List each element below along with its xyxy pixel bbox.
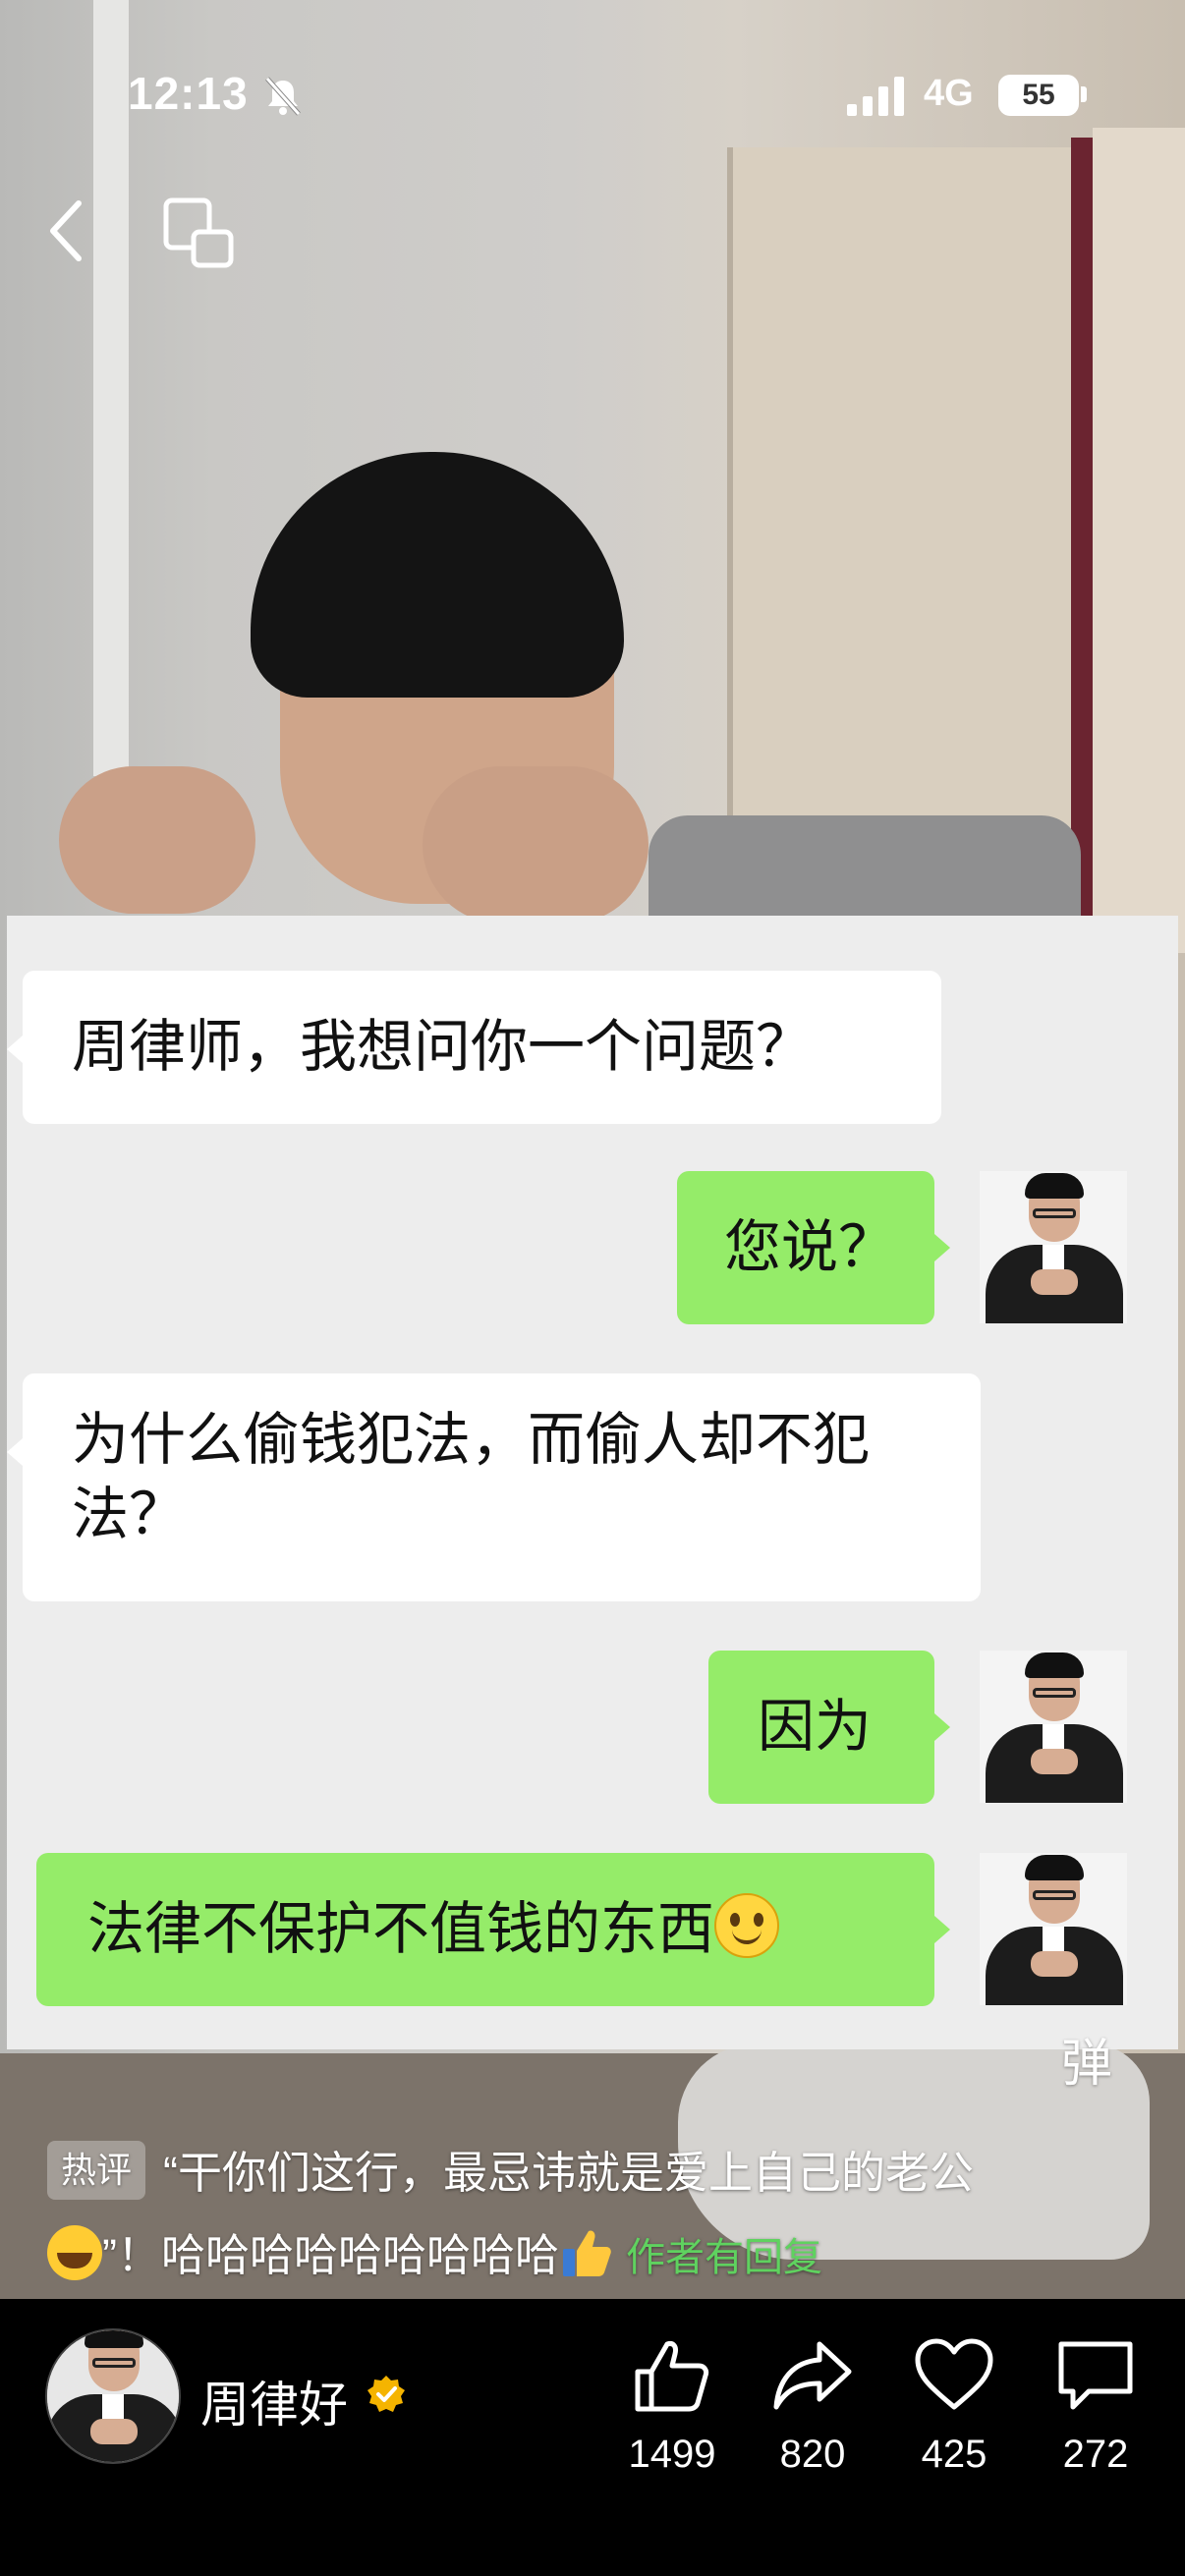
- background-strip: [1071, 138, 1093, 953]
- share-count: 820: [779, 2433, 846, 2476]
- hot-comment-badge: 热评: [47, 2141, 146, 2200]
- chat-message-right: 因为: [708, 1651, 934, 1804]
- hot-comment-text: “干你们这行，最忌讳就是爱上自己的老公: [163, 2148, 975, 2198]
- chat-avatar: [980, 1171, 1127, 1323]
- like-count: 1499: [628, 2433, 716, 2476]
- avatar-hands: [90, 2419, 138, 2444]
- back-icon[interactable]: [37, 192, 96, 270]
- avatar-hair: [85, 2330, 143, 2348]
- favorite-button[interactable]: 425: [885, 2338, 1023, 2477]
- chat-avatar: [980, 1853, 1127, 2005]
- status-time: 12:13: [128, 68, 249, 119]
- laugh-emoji-icon: [47, 2225, 102, 2280]
- person-hand-left: [59, 766, 255, 914]
- bubble-tail: [934, 1916, 950, 1943]
- message-text: 为什么偷钱犯法，而偷人却不犯法？: [72, 1408, 871, 1546]
- comment-bubble-icon: [1058, 2341, 1133, 2410]
- thumbs-up-icon: [635, 2341, 709, 2412]
- avatar-hair: [1025, 1173, 1084, 1199]
- message-text: 周律师，我想问你一个问题？: [72, 1015, 814, 1079]
- battery-cap: [1081, 86, 1087, 102]
- comment-count: 272: [1062, 2433, 1129, 2476]
- author-avatar[interactable]: [45, 2328, 181, 2464]
- bubble-tail: [7, 1036, 23, 1063]
- battery-icon: 55: [998, 75, 1079, 116]
- network-type: 4G: [924, 73, 974, 114]
- bubble-tail: [7, 1438, 23, 1466]
- bell-off-icon: [265, 77, 301, 116]
- avatar-hair: [1025, 1855, 1084, 1880]
- bottom-bar: 周律好 1499 820 425 272: [0, 2299, 1185, 2576]
- share-button[interactable]: 820: [744, 2338, 881, 2477]
- avatar-hands: [1031, 1749, 1078, 1774]
- danmu-label: 弹: [1061, 2036, 1113, 2093]
- share-arrow-icon: [773, 2341, 852, 2410]
- author-name[interactable]: 周律好: [200, 2366, 348, 2436]
- thumbs-up-emoji-icon: [563, 2230, 611, 2276]
- chat-avatar: [980, 1651, 1127, 1803]
- verified-badge-icon: [367, 2376, 405, 2412]
- avatar-glasses: [1033, 1688, 1076, 1698]
- chat-message-right: 法律不保护不值钱的东西: [36, 1853, 934, 2006]
- smile-emoji-icon: [714, 1893, 780, 1958]
- avatar-hands: [1031, 1951, 1078, 1977]
- danmu-toggle-button[interactable]: 弹: [1061, 2022, 1112, 2096]
- signal-icon: [847, 77, 904, 116]
- like-button[interactable]: 1499: [603, 2338, 741, 2477]
- chat-message-right: 您说？: [677, 1171, 934, 1324]
- message-text: 法律不保护不值钱的东西: [87, 1897, 715, 1961]
- favorite-count: 425: [921, 2433, 988, 2476]
- avatar-glasses: [92, 2358, 136, 2368]
- avatar-glasses: [1033, 1208, 1076, 1218]
- person-hair: [251, 452, 624, 698]
- chat-card: 周律师，我想问你一个问题？ 您说？ 为什么偷钱犯法，而偷人却不犯法？ 因为 法律…: [7, 916, 1178, 2049]
- bubble-tail: [934, 1713, 950, 1741]
- avatar-hands: [1031, 1269, 1078, 1295]
- status-bar: 12:13 4G 55: [0, 59, 1185, 128]
- person-hand-right: [423, 766, 649, 924]
- chat-message-left: 周律师，我想问你一个问题？: [23, 971, 941, 1124]
- avatar-hair: [1025, 1652, 1084, 1678]
- heart-icon: [915, 2338, 993, 2410]
- background-panel: [1093, 128, 1185, 953]
- avatar-glasses: [1033, 1890, 1076, 1900]
- message-text: 您说？: [724, 1215, 896, 1279]
- author-replied-link[interactable]: 作者有回复: [626, 2236, 822, 2279]
- author-avatar-figure: [47, 2330, 179, 2462]
- chat-message-left: 为什么偷钱犯法，而偷人却不犯法？: [23, 1373, 981, 1601]
- hot-comment[interactable]: 热评 “干你们这行，最忌讳就是爱上自己的老公 ”！哈哈哈哈哈哈哈哈哈 作者有回复: [47, 2132, 1148, 2299]
- hot-comment-text-cont: ”！哈哈哈哈哈哈哈哈哈: [102, 2230, 559, 2280]
- comment-button[interactable]: 272: [1027, 2338, 1164, 2477]
- message-text: 因为: [758, 1695, 873, 1759]
- screen-cast-icon[interactable]: [162, 196, 236, 270]
- bubble-tail: [934, 1234, 950, 1261]
